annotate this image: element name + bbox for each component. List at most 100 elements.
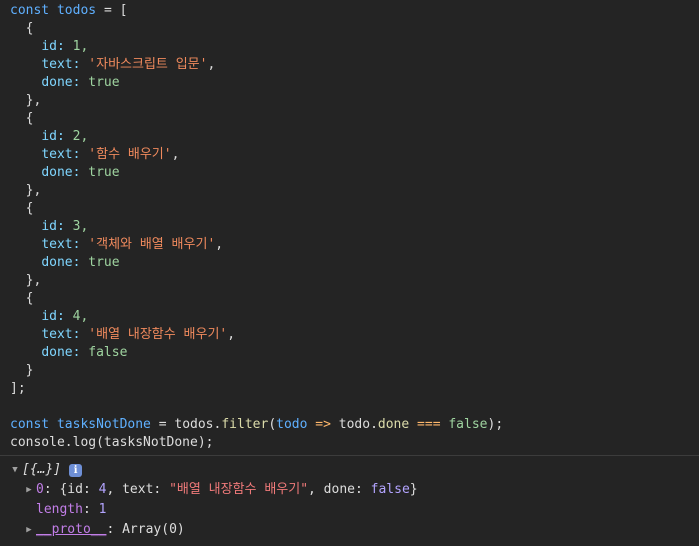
- info-icon[interactable]: i: [69, 463, 83, 477]
- open-bracket: [: [119, 3, 128, 18]
- collapsed-triangle-icon[interactable]: ▶: [24, 480, 34, 500]
- proto-row[interactable]: ▶ __proto__: Array(0): [10, 520, 690, 540]
- todos-ref: todos: [174, 417, 214, 432]
- key-text: text:: [41, 327, 81, 342]
- id-value: 4,: [72, 309, 89, 324]
- code-line-id: id: 1,: [10, 38, 690, 56]
- code-line-console-log: console.log(tasksNotDone);: [10, 434, 690, 452]
- length-value: 1: [98, 502, 107, 517]
- key-done: done:: [41, 345, 81, 360]
- todo-param: todo: [276, 417, 308, 432]
- entry-close: }: [409, 482, 418, 497]
- entry-id-value: 4: [98, 482, 107, 497]
- comma: ,: [215, 237, 224, 252]
- entry-open: {id:: [59, 482, 99, 497]
- todos-identifier: todos: [56, 3, 97, 18]
- code-line-text: text: '배열 내장함수 배우기',: [10, 326, 690, 344]
- text-value: '객체와 배열 배우기': [88, 237, 216, 252]
- devtools-console: const todos = [ { id: 1, text: '자바스크립트 입…: [0, 0, 699, 546]
- keyword-const: const: [10, 3, 50, 18]
- comma: ,: [207, 57, 216, 72]
- code-line-close-brace: }: [10, 362, 690, 380]
- entry-index: 0: [36, 482, 44, 497]
- proto-key: __proto__: [36, 522, 107, 537]
- code-line-done: done: true: [10, 254, 690, 272]
- text-value: '배열 내장함수 배우기': [88, 327, 228, 342]
- code-line-text: text: '자바스크립트 입문',: [10, 56, 690, 74]
- key-done: done:: [41, 165, 81, 180]
- done-value: true: [88, 75, 120, 90]
- key-id: id:: [41, 129, 65, 144]
- text-value: '자바스크립트 입문': [88, 57, 208, 72]
- code-line-declaration: const todos = [: [10, 2, 690, 20]
- console-separator: [0, 455, 699, 456]
- close-paren: );: [487, 417, 504, 432]
- length-key: length: [36, 502, 83, 517]
- done-value: true: [88, 255, 120, 270]
- entry-mid1: , text:: [106, 482, 170, 497]
- key-done: done:: [41, 255, 81, 270]
- key-text: text:: [41, 57, 81, 72]
- key-id: id:: [41, 39, 65, 54]
- expanded-triangle-icon[interactable]: ▼: [10, 460, 20, 480]
- done-value: true: [88, 165, 120, 180]
- close-brace: },: [25, 273, 42, 288]
- close-brace: },: [25, 93, 42, 108]
- code-line-id: id: 2,: [10, 128, 690, 146]
- proto-value: Array(0): [122, 522, 185, 537]
- close-bracket: ];: [10, 381, 26, 396]
- length-colon: :: [82, 502, 91, 517]
- key-done: done:: [41, 75, 81, 90]
- close-brace: },: [25, 183, 42, 198]
- entry-colon: :: [43, 482, 52, 497]
- code-line-open-brace: {: [10, 20, 690, 38]
- open-brace: {: [25, 21, 34, 36]
- key-text: text:: [41, 147, 81, 162]
- code-line-open-brace: {: [10, 290, 690, 308]
- strict-eq-op: ===: [417, 417, 441, 432]
- arrow-op: =>: [315, 417, 331, 432]
- code-line-text: text: '함수 배우기',: [10, 146, 690, 164]
- key-id: id:: [41, 309, 65, 324]
- code-line-close-brace: },: [10, 182, 690, 200]
- code-line-done: done: true: [10, 164, 690, 182]
- false-literal: false: [448, 417, 488, 432]
- length-row: length: 1: [10, 500, 690, 520]
- assign-op: =: [158, 417, 167, 432]
- console-output: ▼ [{…}] i ▶ 0: {id: 4, text: "배열 내장함수 배우…: [10, 460, 690, 540]
- id-value: 3,: [72, 219, 89, 234]
- assign-op: =: [103, 3, 112, 18]
- code-line-open-brace: {: [10, 110, 690, 128]
- code-line-done: done: false: [10, 344, 690, 362]
- comma: ,: [171, 147, 180, 162]
- todo-ref: todo: [338, 417, 371, 432]
- id-value: 2,: [72, 129, 89, 144]
- open-brace: {: [25, 111, 34, 126]
- open-brace: {: [25, 291, 34, 306]
- entry-done-value: false: [370, 482, 410, 497]
- collapsed-triangle-icon[interactable]: ▶: [24, 520, 34, 540]
- tasks-not-done-identifier: tasksNotDone: [56, 417, 151, 432]
- key-text: text:: [41, 237, 81, 252]
- code-line-done: done: true: [10, 74, 690, 92]
- text-value: '함수 배우기': [88, 147, 172, 162]
- array-entry-row[interactable]: ▶ 0: {id: 4, text: "배열 내장함수 배우기", done: …: [10, 480, 690, 500]
- keyword-const: const: [10, 417, 50, 432]
- comma: ,: [227, 327, 236, 342]
- dot: .: [370, 417, 378, 432]
- entry-text-value: "배열 내장함수 배우기": [169, 482, 309, 497]
- array-summary: [{…}]: [22, 462, 62, 477]
- done-prop: done: [377, 417, 410, 432]
- code-line-close-brace: },: [10, 272, 690, 290]
- code-line-id: id: 4,: [10, 308, 690, 326]
- proto-colon: :: [106, 522, 115, 537]
- array-summary-row[interactable]: ▼ [{…}] i: [10, 460, 690, 480]
- code-line-close-array: ];: [10, 380, 690, 398]
- code-line-id: id: 3,: [10, 218, 690, 236]
- close-brace: }: [25, 363, 34, 378]
- code-line-filter: const tasksNotDone = todos.filter(todo =…: [10, 416, 690, 434]
- code-block: const todos = [ { id: 1, text: '자바스크립트 입…: [10, 2, 690, 452]
- open-paren: (: [268, 417, 277, 432]
- console-log-call: console.log(tasksNotDone);: [10, 435, 214, 450]
